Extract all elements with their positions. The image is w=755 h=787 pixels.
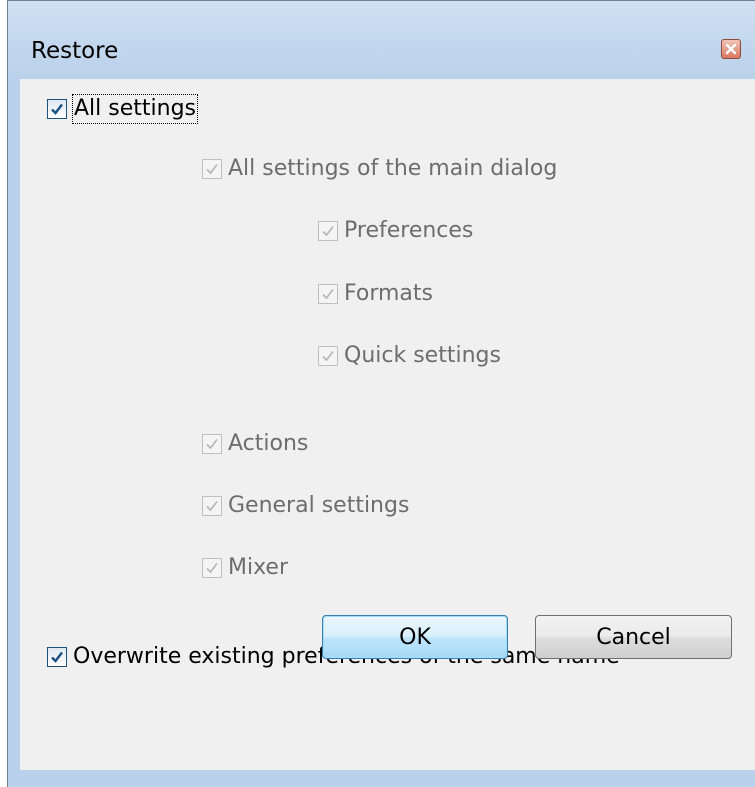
checkmark-icon: [206, 563, 218, 574]
mixer-checkbox[interactable]: [202, 558, 222, 578]
main-dialog-checkbox[interactable]: [202, 159, 222, 179]
all-settings-label: All settings: [72, 94, 198, 124]
all-settings-checkbox[interactable]: [47, 99, 67, 119]
actions-option[interactable]: Actions: [202, 429, 308, 459]
general-settings-checkbox[interactable]: [202, 496, 222, 516]
formats-option[interactable]: Formats: [318, 279, 433, 309]
mixer-label: Mixer: [228, 555, 289, 580]
general-settings-label: General settings: [228, 493, 410, 518]
cancel-button[interactable]: Cancel: [535, 615, 732, 659]
overwrite-checkbox[interactable]: [47, 647, 67, 667]
preferences-option[interactable]: Preferences: [318, 216, 473, 246]
preferences-label: Preferences: [344, 218, 474, 243]
mixer-option[interactable]: Mixer: [202, 553, 288, 583]
checkmark-icon: [206, 164, 218, 175]
main-dialog-label: All settings of the main dialog: [228, 156, 558, 181]
checkmark-icon: [206, 501, 218, 512]
title-bar[interactable]: Restore: [8, 1, 755, 79]
actions-checkbox[interactable]: [202, 434, 222, 454]
preferences-checkbox[interactable]: [318, 221, 338, 241]
actions-label: Actions: [228, 431, 309, 456]
quick-settings-label: Quick settings: [344, 343, 501, 368]
checkmark-icon: [51, 103, 63, 115]
quick-settings-option[interactable]: Quick settings: [318, 341, 501, 371]
checkmark-icon: [206, 439, 218, 450]
dialog-body: All settings All settings of the main di…: [20, 79, 755, 770]
ok-button[interactable]: OK: [322, 615, 508, 659]
restore-dialog: Restore All settings All settings of the…: [7, 0, 755, 787]
main-dialog-option[interactable]: All settings of the main dialog: [202, 154, 557, 184]
checkmark-icon: [51, 651, 63, 663]
close-icon: [725, 43, 737, 55]
all-settings-option[interactable]: All settings: [47, 94, 198, 124]
checkmark-icon: [322, 226, 334, 237]
checkmark-icon: [322, 351, 334, 362]
checkmark-icon: [322, 289, 334, 300]
formats-checkbox[interactable]: [318, 284, 338, 304]
quick-settings-checkbox[interactable]: [318, 346, 338, 366]
dialog-title: Restore: [31, 38, 119, 64]
close-button[interactable]: [721, 39, 741, 59]
general-settings-option[interactable]: General settings: [202, 491, 409, 521]
formats-label: Formats: [344, 281, 433, 306]
